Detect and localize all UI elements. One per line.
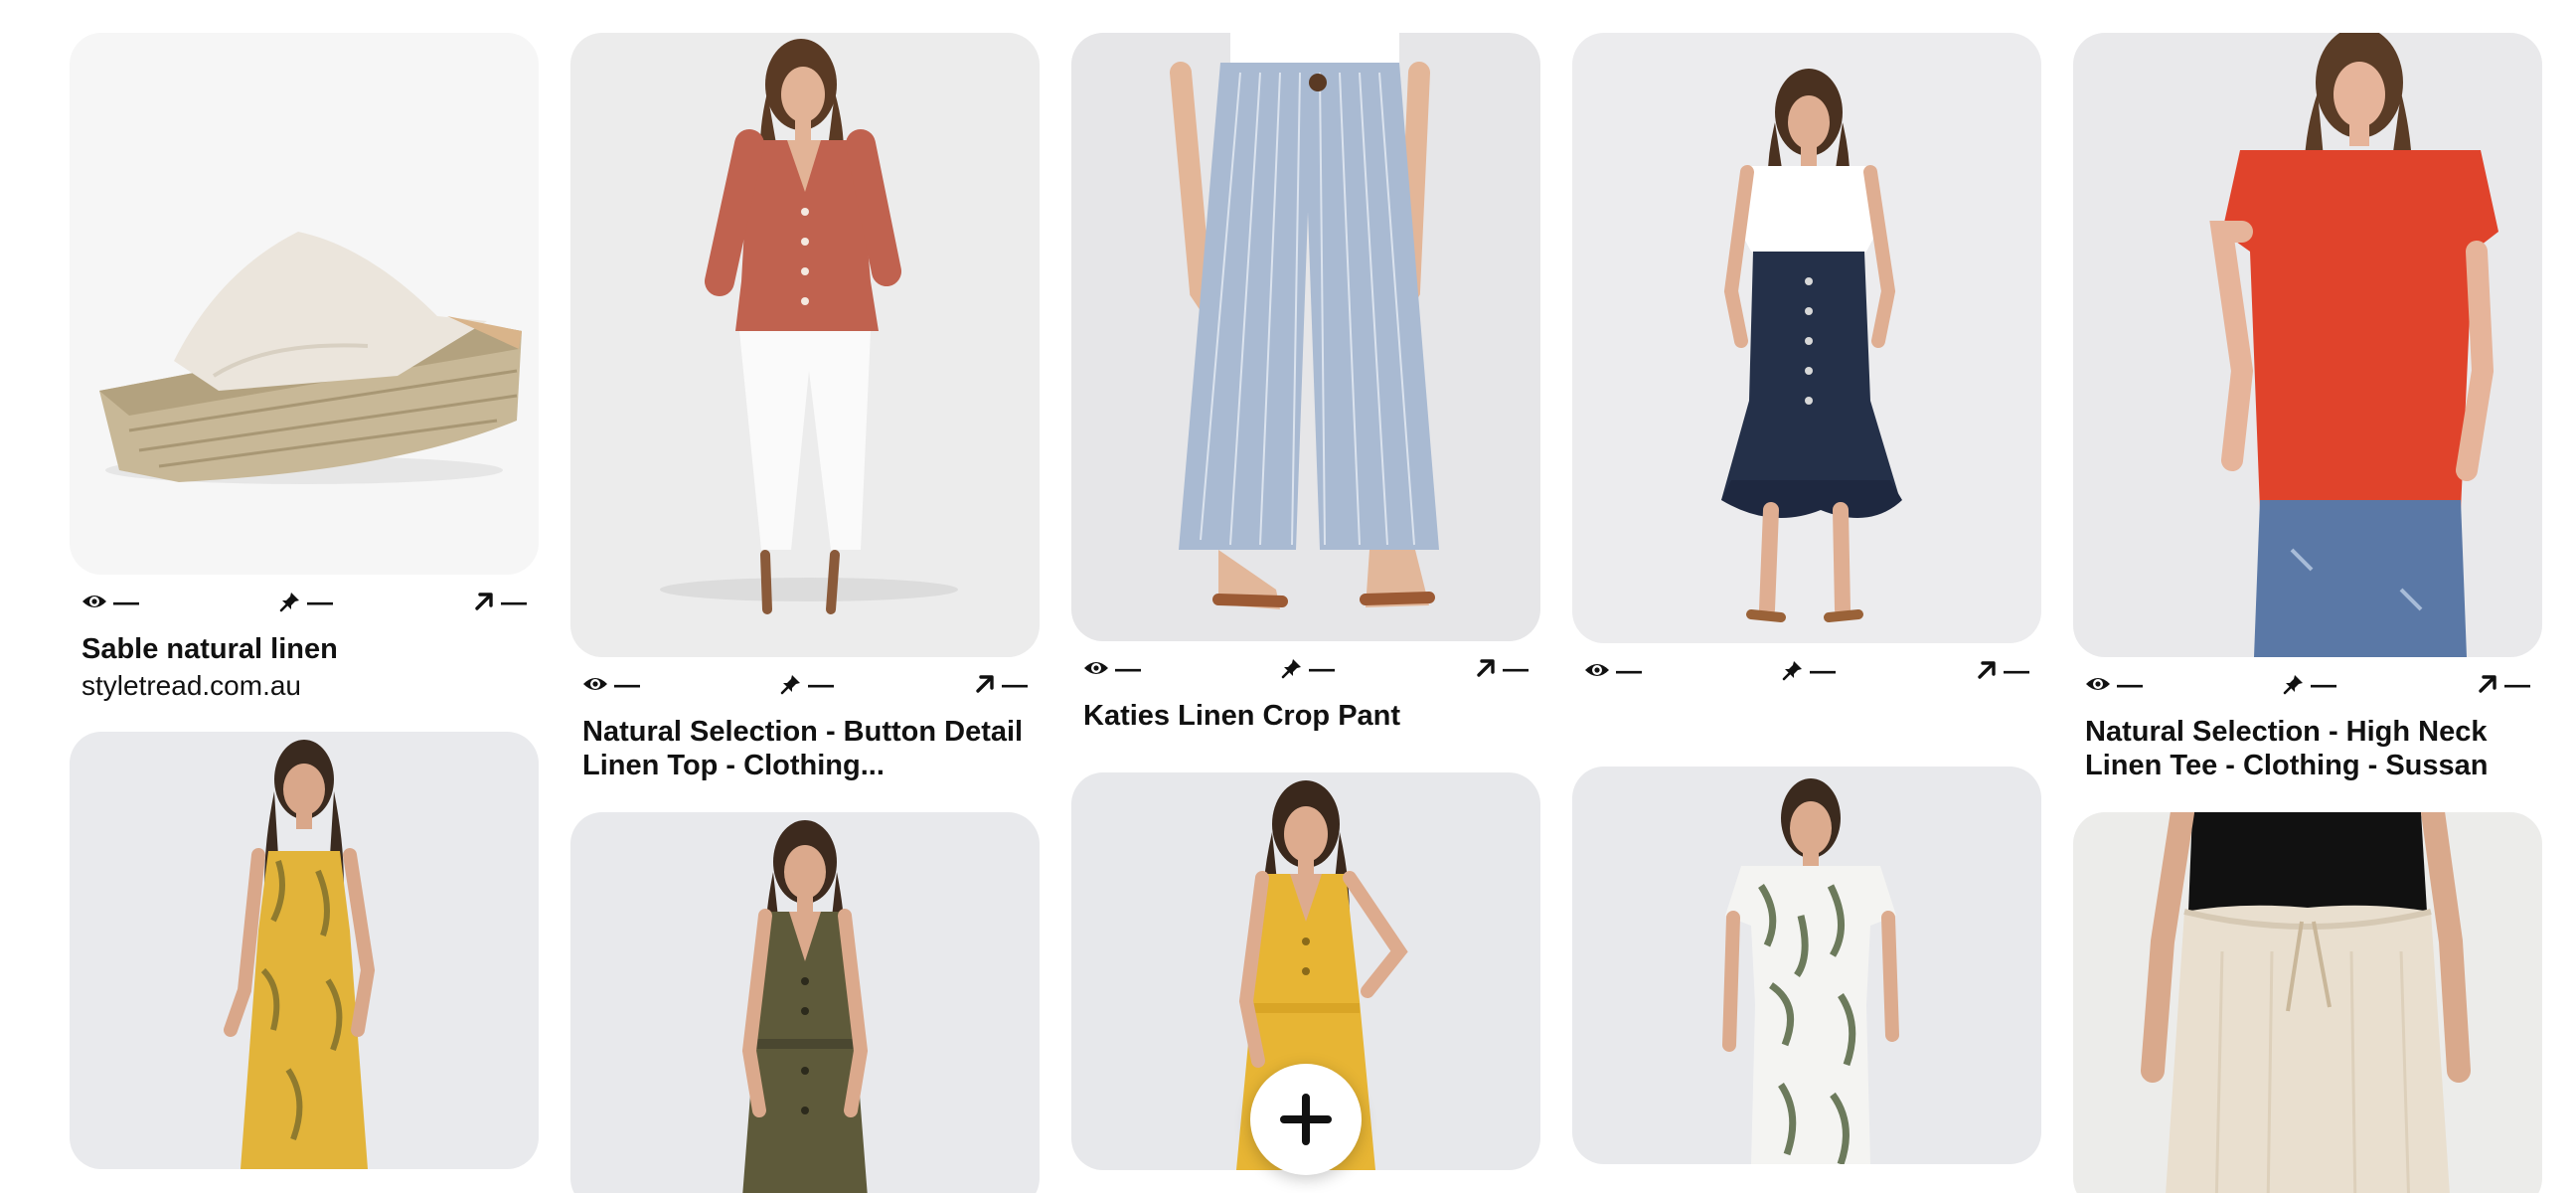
pin-image[interactable] <box>70 33 539 575</box>
saves-count: — <box>1309 653 1335 683</box>
views-stat: — <box>582 671 640 697</box>
pin-card[interactable]: — — — Natural Selection - High Neck Line… <box>2073 33 2542 782</box>
clicks-stat: — <box>1475 655 1529 681</box>
saves-count: — <box>307 587 333 616</box>
clicks-stat: — <box>1976 657 2029 683</box>
views-count: — <box>1616 655 1642 685</box>
outbound-arrow-icon <box>475 593 493 610</box>
pin-stats: — — — <box>70 585 539 618</box>
views-count: — <box>614 669 640 699</box>
pin-icon <box>279 593 299 612</box>
feed-column: — — — Sable natural linen styletread.com… <box>70 33 539 1193</box>
eye-icon <box>2086 678 2110 690</box>
clicks-stat: — <box>974 671 1028 697</box>
eye-icon <box>1084 662 1108 674</box>
pin-image[interactable] <box>2073 812 2542 1193</box>
pin-card[interactable]: — — — Natural Selection - Button Detail … <box>570 33 1040 782</box>
pin-title[interactable]: Sable natural linen <box>81 632 527 666</box>
feed-column: — — — Katies Linen Crop Pant <box>1071 33 1540 1193</box>
feed-column: — — — Natural Selection - Button Detail … <box>570 33 1040 1193</box>
pin-stats: — — — <box>1572 653 2041 687</box>
pin-card[interactable] <box>70 732 539 1169</box>
outbound-arrow-icon <box>1978 661 1996 679</box>
outbound-arrow-icon <box>2479 675 2496 693</box>
pin-domain[interactable]: styletread.com.au <box>81 670 527 702</box>
pin-image[interactable] <box>570 33 1040 657</box>
clicks-count: — <box>501 587 527 616</box>
eye-icon <box>583 678 607 690</box>
eye-icon <box>82 596 106 607</box>
views-stat: — <box>1083 655 1141 681</box>
views-count: — <box>113 587 139 616</box>
pin-card[interactable] <box>2073 812 2542 1193</box>
pin-stats: — — — <box>570 667 1040 701</box>
pin-card[interactable]: — — — Katies Linen Crop Pant <box>1071 33 1540 733</box>
pin-icon <box>1782 661 1802 681</box>
pin-icon <box>780 675 800 695</box>
pin-title[interactable]: Natural Selection - Button Detail Linen … <box>582 715 1028 782</box>
views-count: — <box>1115 653 1141 683</box>
pin-card[interactable] <box>570 812 1040 1193</box>
saves-stat: — <box>279 589 333 614</box>
clicks-count: — <box>1503 653 1529 683</box>
clicks-stat: — <box>2477 671 2530 697</box>
saves-stat: — <box>780 671 834 697</box>
pin-image[interactable] <box>1572 33 2041 643</box>
pin-title[interactable]: Katies Linen Crop Pant <box>1083 699 1529 733</box>
views-stat: — <box>81 589 139 614</box>
pin-icon <box>2283 675 2303 695</box>
pin-image[interactable] <box>570 812 1040 1193</box>
clicks-count: — <box>1002 669 1028 699</box>
saves-count: — <box>808 669 834 699</box>
clicks-count: — <box>2504 669 2530 699</box>
pin-stats: — — — <box>1071 651 1540 685</box>
plus-icon <box>1280 1094 1332 1145</box>
outbound-arrow-icon <box>976 675 994 693</box>
pin-image[interactable] <box>1071 33 1540 641</box>
pin-image[interactable] <box>1572 767 2041 1164</box>
pin-card[interactable] <box>1572 767 2041 1164</box>
feed-column: — — — <box>1572 33 2041 1193</box>
pin-stats: — — — <box>2073 667 2542 701</box>
saves-stat: — <box>2283 671 2336 697</box>
eye-icon <box>1585 664 1609 676</box>
pin-icon <box>1281 659 1301 679</box>
views-stat: — <box>1584 657 1642 683</box>
create-pin-button[interactable] <box>1250 1064 1362 1175</box>
saves-count: — <box>2311 669 2336 699</box>
clicks-count: — <box>2004 655 2029 685</box>
feed-column: — — — Natural Selection - High Neck Line… <box>2073 33 2542 1193</box>
pin-image[interactable] <box>2073 33 2542 657</box>
pin-title[interactable]: Natural Selection - High Neck Linen Tee … <box>2085 715 2530 782</box>
pin-card[interactable]: — — — Sable natural linen styletread.com… <box>70 33 539 702</box>
views-count: — <box>2117 669 2143 699</box>
pin-feed: — — — Sable natural linen styletread.com… <box>0 0 2576 1193</box>
saves-stat: — <box>1782 657 1836 683</box>
saves-count: — <box>1810 655 1836 685</box>
saves-stat: — <box>1281 655 1335 681</box>
clicks-stat: — <box>473 589 527 614</box>
views-stat: — <box>2085 671 2143 697</box>
outbound-arrow-icon <box>1477 659 1495 677</box>
pin-image[interactable] <box>70 732 539 1169</box>
pin-card[interactable]: — — — <box>1572 33 2041 687</box>
